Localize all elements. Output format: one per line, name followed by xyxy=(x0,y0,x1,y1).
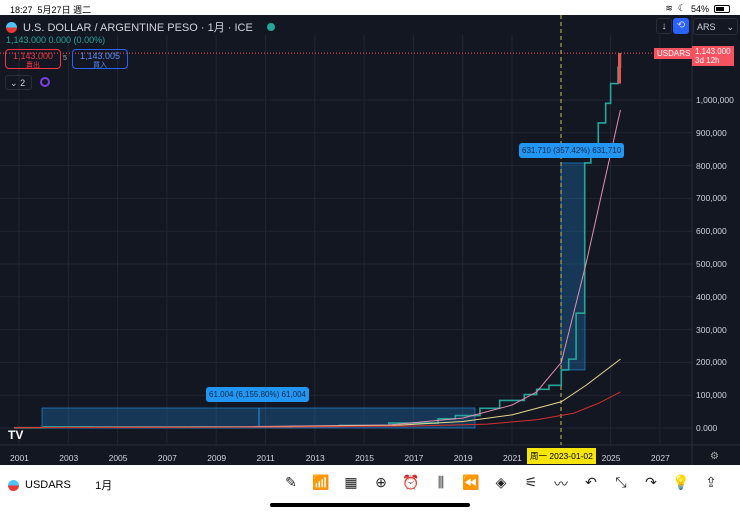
buy-button[interactable]: 1,143.005 買入 xyxy=(72,49,128,69)
x-tick-label: 2005 xyxy=(108,453,128,463)
home-indicator xyxy=(270,503,470,507)
chart-area[interactable]: U.S. DOLLAR / ARGENTINE PESO · 1月 · ICE … xyxy=(0,15,740,465)
x-tick-label: 2007 xyxy=(157,453,177,463)
status-bar: 18:27 5月27日 週二 ≋ ☾ 54% xyxy=(0,0,740,15)
replay-icon[interactable]: ⏪ xyxy=(456,474,486,494)
symbol-title: U.S. DOLLAR / ARGENTINE PESO · 1月 · ICE xyxy=(23,22,253,34)
indicators-icon[interactable]: 📶 xyxy=(306,474,336,494)
drawing-icon[interactable]: 〰 xyxy=(546,474,576,494)
x-tick-label: 2027 xyxy=(650,453,670,463)
wifi-icon: ≋ xyxy=(665,3,673,13)
collapse-icon[interactable]: ⤡ xyxy=(606,474,636,494)
scroll-down-icon[interactable]: ↓ xyxy=(656,18,672,34)
candles-icon[interactable]: ⫼ xyxy=(426,474,456,494)
battery-icon xyxy=(714,4,730,13)
chart-title[interactable]: U.S. DOLLAR / ARGENTINE PESO · 1月 · ICE xyxy=(6,19,275,35)
layers-icon[interactable]: ◈ xyxy=(486,474,516,494)
measure-box-2[interactable] xyxy=(560,162,586,371)
buy-price: 1,143.005 xyxy=(79,51,121,61)
series-usdars xyxy=(14,53,622,429)
sell-button[interactable]: 1,143.000 賣出 xyxy=(5,49,61,69)
settings-icon[interactable]: ⚙ xyxy=(710,451,719,462)
x-tick-label: 2017 xyxy=(404,453,424,463)
settings-icon[interactable]: ⚟ xyxy=(516,474,546,494)
currency-select[interactable]: ARS ⌄ xyxy=(693,18,738,35)
x-tick-label: 2025 xyxy=(601,453,621,463)
y-tick-label: 100,000 xyxy=(696,390,727,401)
sync-icon[interactable] xyxy=(40,77,50,87)
date: 5月27日 週二 xyxy=(37,5,92,15)
indicators-count: 2 xyxy=(20,78,26,88)
x-tick-label: 2001 xyxy=(10,453,29,463)
measure-label-2[interactable]: 631.710 (357.42%) 631,710 xyxy=(519,143,625,158)
x-tick-label: 2003 xyxy=(59,453,79,463)
indicators-toggle[interactable]: ⌄ 2 xyxy=(5,75,32,90)
y-tick-label: 500,000 xyxy=(696,259,727,269)
crosshair-date-label: 周一 2023-01-02 xyxy=(527,448,596,464)
y-tick-label: 300,000 xyxy=(696,324,727,335)
chevron-down-icon: ⌄ xyxy=(10,78,18,88)
y-tick-label: 1,000,000 xyxy=(696,95,734,105)
last-candle xyxy=(617,53,621,84)
time: 18:27 xyxy=(10,5,33,15)
alert-icon[interactable]: ⏰ xyxy=(396,474,426,494)
x-tick-label: 2015 xyxy=(355,453,375,463)
y-tick-label: 600,000 xyxy=(696,226,727,237)
y-tick-label: 800,000 xyxy=(696,160,727,171)
price-chart[interactable] xyxy=(0,15,740,465)
symbol-logo-icon xyxy=(8,479,19,491)
templates-icon[interactable]: ▦ xyxy=(336,474,366,494)
add-icon[interactable]: ⊕ xyxy=(366,474,396,494)
x-tick-label: 2009 xyxy=(207,453,227,463)
moon-icon: ☾ xyxy=(677,3,686,13)
y-tick-label: 700,000 xyxy=(696,193,727,204)
sell-price: 1,143.000 xyxy=(12,51,54,61)
tradingview-logo-icon: TV xyxy=(8,428,24,442)
pen-icon[interactable]: ✎ xyxy=(276,474,306,494)
symbol-switcher[interactable]: USDARS 1月 xyxy=(8,477,112,493)
price-change: 1,143.000 0.000 (0.00%) xyxy=(6,35,106,45)
buy-label: 買入 xyxy=(93,62,107,69)
auto-scale-icon[interactable]: ⟲ xyxy=(673,18,689,34)
y-tick-label: 200,000 xyxy=(696,357,727,368)
x-tick-label: 2019 xyxy=(453,453,473,463)
x-tick-label: 2013 xyxy=(305,453,325,463)
y-tick-label: 400,000 xyxy=(696,291,727,302)
symbol-name: USDARS xyxy=(25,479,71,491)
spread: 5 xyxy=(63,55,67,62)
chevron-down-icon: ⌄ xyxy=(726,22,734,32)
bar-countdown: 3d 12h xyxy=(695,56,720,65)
x-tick-label: 2011 xyxy=(256,453,275,463)
battery-percent: 54% xyxy=(690,3,709,14)
currency-value: ARS xyxy=(697,22,716,32)
symbol-tag: USDARS xyxy=(654,48,694,59)
undo-icon[interactable]: ↶ xyxy=(576,474,606,494)
sell-label: 賣出 xyxy=(26,62,40,69)
y-tick-label: 0.000 xyxy=(696,423,718,433)
price-tag: 1,143.000 3d 12h xyxy=(692,46,734,66)
y-tick-label: 900,000 xyxy=(696,127,727,138)
symbol-logo-icon xyxy=(6,21,17,33)
interval[interactable]: 1月 xyxy=(95,477,112,493)
share-icon[interactable]: ⇪ xyxy=(696,474,726,494)
x-tick-label: 2021 xyxy=(503,453,522,463)
idea-icon[interactable]: 💡 xyxy=(666,474,696,494)
last-price: 1,143.000 xyxy=(695,47,731,56)
market-open-icon xyxy=(266,23,275,31)
redo-icon[interactable]: ↷ xyxy=(636,474,666,494)
measure-label-1[interactable]: 61.004 (6,155.80%) 61,004 xyxy=(206,387,309,402)
